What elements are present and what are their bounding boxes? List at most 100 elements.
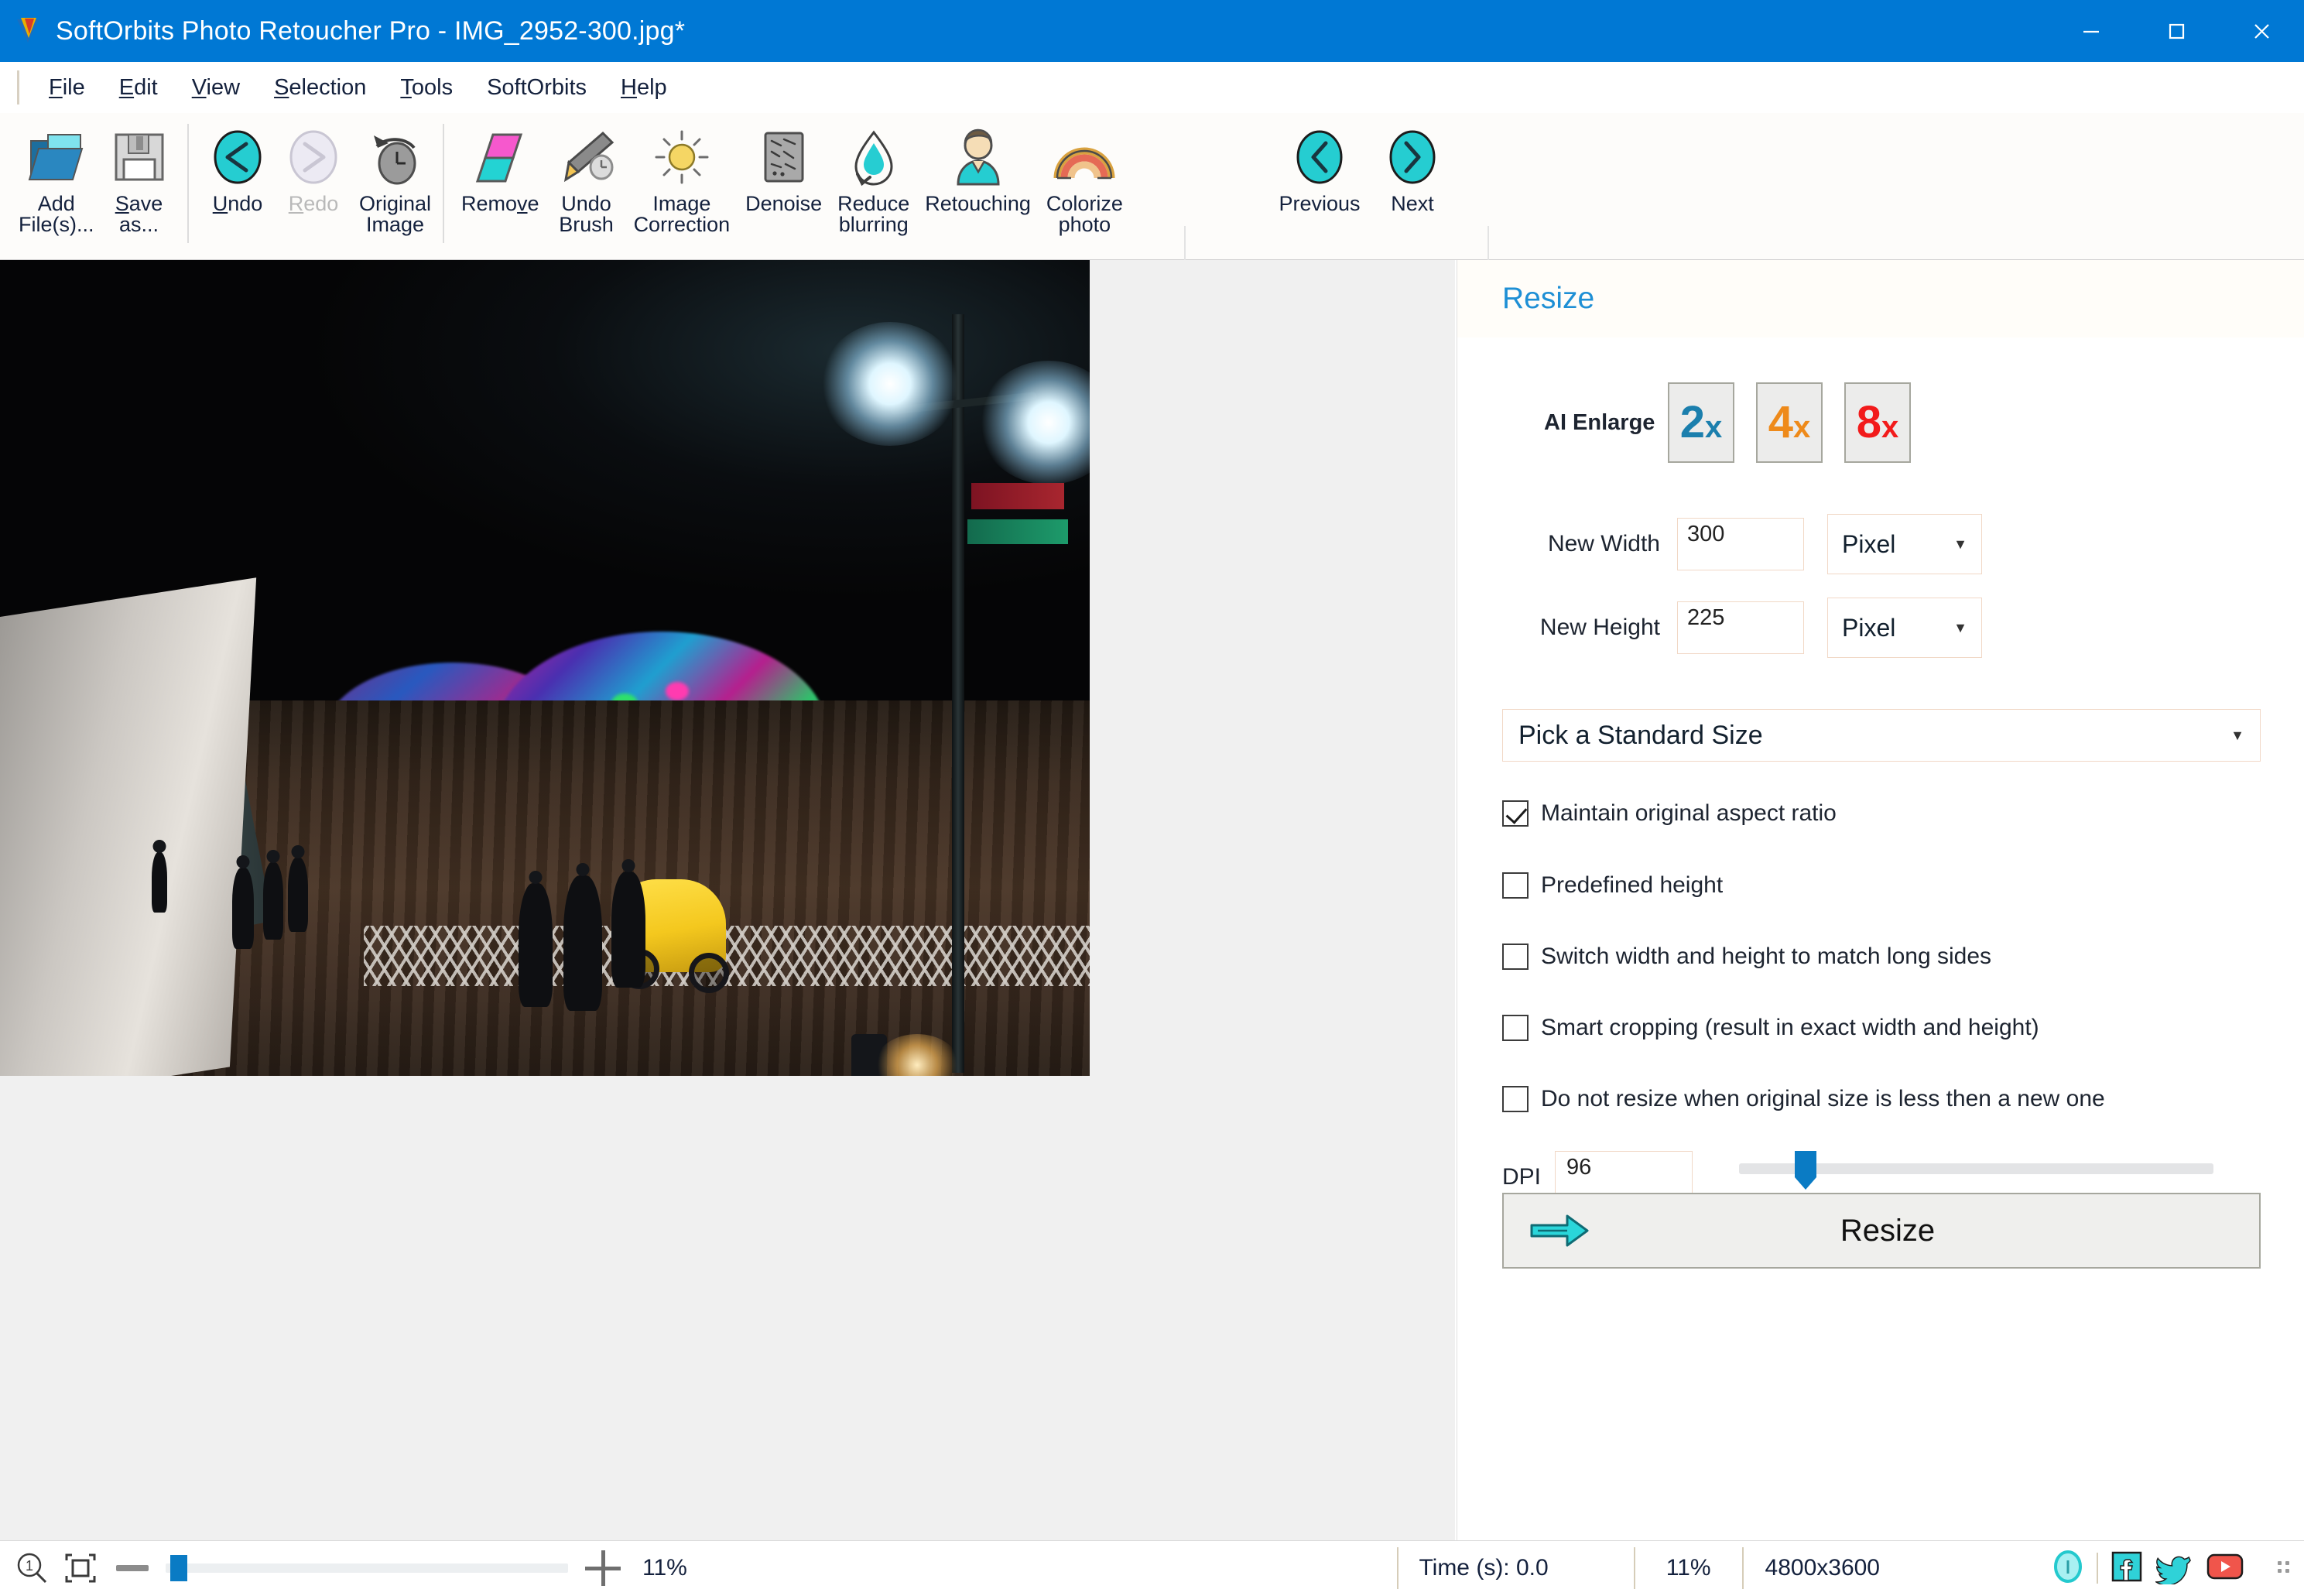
status-divider — [1397, 1547, 1399, 1589]
new-height-unit-select[interactable]: Pixel ▼ — [1827, 598, 1982, 658]
history-clock-icon — [365, 124, 426, 190]
undo-brush-label: Undo Brush — [559, 192, 614, 236]
magnifier-one-to-one-icon[interactable]: 1 — [14, 1550, 50, 1586]
sun-brightness-icon — [651, 124, 713, 190]
checkbox-label: Maintain original aspect ratio — [1541, 800, 1837, 826]
menu-bar: File Edit View Selection Tools SoftOrbit… — [0, 62, 2304, 113]
ai-enlarge-row: AI Enlarge 2x 4x 8x — [1457, 376, 2304, 469]
original-image-button[interactable]: Original Image — [351, 113, 439, 260]
undo-button[interactable]: Undo — [200, 113, 276, 260]
photo-person — [519, 883, 553, 1007]
checkbox-switch-width-height[interactable]: Switch width and height to match long si… — [1502, 939, 2276, 974]
photo-lamp-glow — [820, 322, 960, 446]
status-divider — [2097, 1553, 2098, 1584]
new-height-row: New Height 225 Pixel ▼ — [1457, 598, 2304, 658]
ai-enlarge-label: AI Enlarge — [1544, 409, 1655, 435]
chevron-down-icon: ▼ — [1953, 536, 1967, 552]
dimensions-status: 4800x3600 — [1765, 1555, 1880, 1581]
menu-item-selection[interactable]: Selection — [257, 70, 383, 105]
menu-grip-handle[interactable] — [17, 70, 19, 104]
resize-button-label: Resize — [1840, 1213, 1936, 1248]
menu-item-help[interactable]: Help — [604, 70, 684, 105]
checkbox-predefined-height[interactable]: Predefined height — [1502, 868, 2276, 903]
reduce-blurring-button[interactable]: Reduce blurring — [830, 113, 917, 260]
retouching-button[interactable]: Retouching — [917, 113, 1039, 260]
photo-preview[interactable] — [0, 260, 1090, 1076]
youtube-icon[interactable] — [2205, 1550, 2245, 1587]
new-height-input[interactable]: 225 — [1677, 601, 1804, 654]
social-links — [2050, 1549, 2245, 1588]
next-label: Next — [1391, 192, 1434, 215]
right-arrow-icon — [1530, 1213, 1594, 1248]
fit-to-window-icon[interactable] — [62, 1550, 99, 1586]
image-canvas[interactable] — [0, 260, 1455, 1540]
ai-enlarge-2x-button[interactable]: 2x — [1668, 382, 1734, 463]
undo-brush-button[interactable]: Undo Brush — [547, 113, 626, 260]
checkbox-icon[interactable] — [1502, 944, 1529, 970]
facebook-icon[interactable] — [2109, 1549, 2145, 1588]
ai-enlarge-8x-button[interactable]: 8x — [1844, 382, 1911, 463]
brush-undo-icon — [555, 124, 618, 190]
close-icon[interactable] — [2219, 0, 2304, 62]
new-width-input[interactable]: 300 — [1677, 518, 1804, 570]
chevron-right-circle-icon — [1382, 124, 1443, 190]
menu-item-edit[interactable]: Edit — [102, 70, 175, 105]
resize-panel: Resize AI Enlarge 2x 4x 8x New Width 300… — [1457, 260, 2304, 1540]
checkbox-maintain-aspect-ratio[interactable]: Maintain original aspect ratio — [1502, 796, 2276, 831]
rainbow-arc-icon — [1051, 124, 1118, 190]
new-width-row: New Width 300 Pixel ▼ — [1457, 514, 2304, 574]
ai-enlarge-4x-button[interactable]: 4x — [1756, 382, 1823, 463]
checkbox-label: Predefined height — [1541, 872, 1724, 898]
info-icon[interactable] — [2050, 1549, 2086, 1588]
undo-label: Undo — [212, 192, 263, 215]
zoom-out-minus-icon[interactable] — [116, 1565, 149, 1571]
menu-item-view[interactable]: View — [175, 70, 257, 105]
denoise-button[interactable]: Denoise — [738, 113, 830, 260]
checkbox-icon[interactable] — [1502, 872, 1529, 899]
checkbox-icon[interactable] — [1502, 1086, 1529, 1112]
noise-grid-icon — [758, 124, 810, 190]
minimize-icon[interactable] — [2049, 0, 2134, 62]
toolbar-group-file: Add File(s)... Save as... — [11, 113, 176, 260]
toolbar-separator-2 — [443, 124, 444, 243]
toolbar-group-history: Undo Redo Original Image — [200, 113, 439, 260]
toolbar-group-navigation: Previous Next — [1269, 113, 1455, 260]
zoom-in-plus-icon[interactable] — [585, 1550, 621, 1586]
resize-grip-icon[interactable] — [2271, 1558, 2292, 1578]
zoom-slider-thumb[interactable] — [170, 1555, 187, 1581]
reduce-blurring-label: Reduce blurring — [837, 192, 910, 236]
window-title: SoftOrbits Photo Retoucher Pro - IMG_295… — [56, 15, 686, 46]
save-as-button[interactable]: Save as... — [102, 113, 176, 260]
remove-button[interactable]: Remove — [454, 113, 547, 260]
main-toolbar: Add File(s)... Save as... Undo Redo Orig… — [0, 113, 2304, 373]
next-button[interactable]: Next — [1370, 113, 1455, 260]
ai-enlarge-8x-label: 8 — [1856, 397, 1881, 447]
checkbox-do-not-resize[interactable]: Do not resize when original size is less… — [1502, 1081, 2276, 1117]
image-correction-button[interactable]: Image Correction — [626, 113, 738, 260]
menu-item-file[interactable]: File — [32, 70, 102, 105]
checkbox-icon[interactable] — [1502, 800, 1529, 827]
redo-arrow-right-icon — [283, 124, 344, 190]
undo-arrow-left-icon — [207, 124, 268, 190]
menu-item-softorbits[interactable]: SoftOrbits — [470, 70, 604, 105]
add-files-button[interactable]: Add File(s)... — [11, 113, 102, 260]
colorize-photo-button[interactable]: Colorize photo — [1039, 113, 1131, 260]
dpi-slider-thumb[interactable] — [1795, 1151, 1816, 1190]
twitter-icon[interactable] — [2154, 1549, 2194, 1588]
standard-size-select[interactable]: Pick a Standard Size ▼ — [1502, 709, 2261, 762]
new-height-label: New Height — [1539, 615, 1660, 640]
photo-sign-green — [967, 519, 1068, 544]
toolbar-group-tools: Remove Undo Brush Image Correction Denoi… — [454, 113, 1131, 260]
new-width-unit-select[interactable]: Pixel ▼ — [1827, 514, 1982, 574]
photo-person — [152, 852, 167, 913]
checkbox-icon[interactable] — [1502, 1015, 1529, 1041]
checkbox-smart-cropping[interactable]: Smart cropping (result in exact width an… — [1502, 1010, 2276, 1046]
open-folder-icon — [25, 124, 88, 190]
zoom-slider[interactable] — [166, 1555, 568, 1581]
ai-enlarge-4x-label: 4 — [1768, 397, 1793, 447]
resize-button[interactable]: Resize — [1502, 1193, 2261, 1269]
previous-button[interactable]: Previous — [1269, 113, 1370, 260]
photo-lamp-post — [952, 314, 964, 1073]
menu-item-tools[interactable]: Tools — [383, 70, 470, 105]
maximize-icon[interactable] — [2134, 0, 2219, 62]
